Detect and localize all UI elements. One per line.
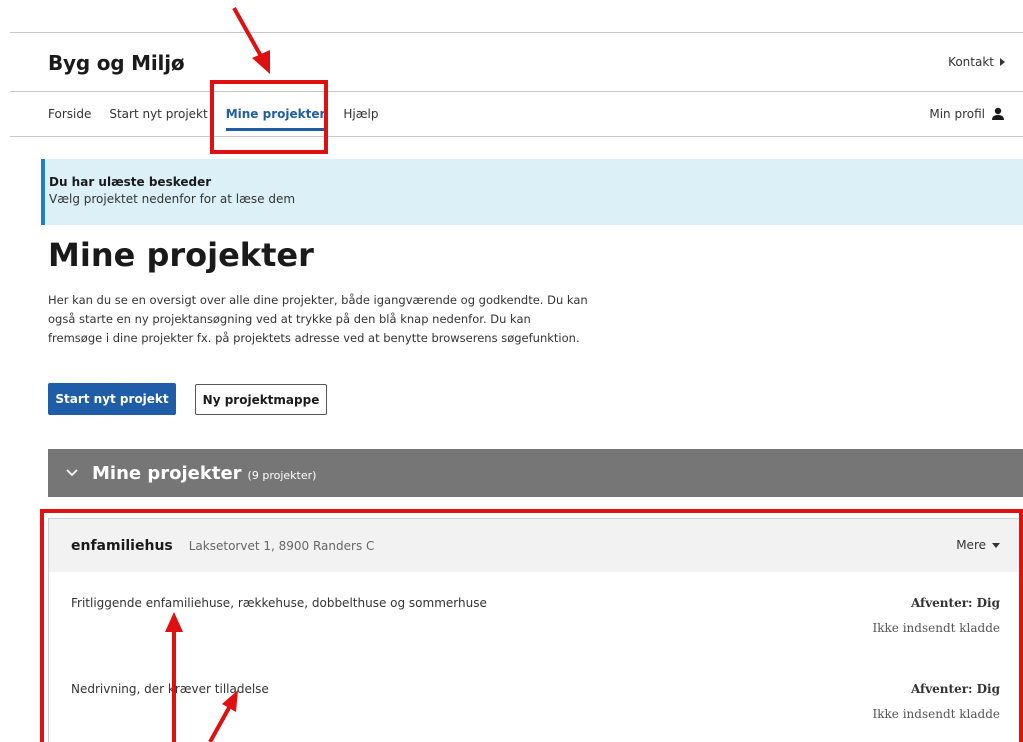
nav-item-hjaelp[interactable]: Hjælp [343,92,378,136]
top-divider [10,32,1023,33]
caret-right-icon [1000,58,1005,66]
chevron-down-icon [66,469,78,477]
user-icon [992,107,1004,120]
new-project-folder-button[interactable]: Ny projektmappe [195,384,327,415]
unread-messages-alert: Du har ulæste beskeder Vælg projektet ne… [41,159,1023,225]
accordion-title: Mine projekter [92,462,242,484]
projects-accordion-header[interactable]: Mine projekter (9 projekter) [48,449,1023,497]
nav-item-forside[interactable]: Forside [48,92,91,136]
alert-text: Vælg projektet nedenfor for at læse dem [49,192,296,206]
site-header: Byg og Miljø Kontakt [48,46,1005,86]
contact-label: Kontakt [948,55,994,69]
profile-label: Min profil [929,107,985,121]
page-title: Mine projekter [48,236,314,274]
accordion-count: (9 projekter) [247,468,317,482]
site-brand[interactable]: Byg og Miljø [48,51,185,75]
contact-link[interactable]: Kontakt [948,55,1005,69]
annotation-box-nav [210,80,328,154]
annotation-box-project [40,509,1023,742]
profile-link[interactable]: Min profil [929,92,1005,136]
alert-title: Du har ulæste beskeder [49,175,212,189]
page-intro: Her kan du se en oversigt over alle dine… [48,293,588,345]
nav-item-start-nyt-projekt[interactable]: Start nyt projekt [109,92,207,136]
nav-bottom-divider [10,136,1023,137]
start-new-project-button[interactable]: Start nyt projekt [48,383,176,415]
